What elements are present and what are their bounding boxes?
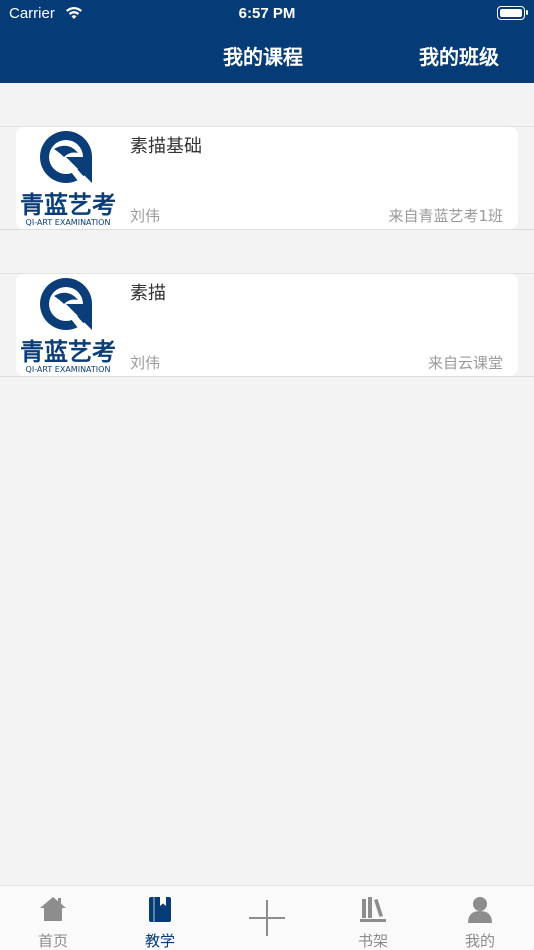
course-teacher: 刘伟 — [130, 354, 161, 372]
book-icon — [149, 897, 171, 922]
battery-icon — [497, 6, 528, 20]
tab-teaching[interactable]: 教学 — [120, 886, 200, 950]
logo-text: 青蓝艺考 — [20, 338, 116, 366]
bottom-tab-bar: 首页 教学 书架 我的 — [0, 885, 534, 950]
user-icon — [468, 897, 492, 923]
course-title: 素描基础 — [130, 136, 202, 157]
course-teacher: 刘伟 — [130, 207, 161, 225]
header: Carrier 6:57 PM 我的课程 我的班级 — [0, 0, 534, 83]
home-icon — [40, 897, 66, 921]
tab-my-classes[interactable]: 我的班级 — [419, 41, 499, 70]
tab-label: 教学 — [144, 932, 175, 950]
bookshelf-icon — [360, 897, 386, 922]
course-source: 来自青蓝艺考1班 — [388, 207, 503, 225]
divider — [0, 229, 534, 230]
tab-add[interactable] — [227, 886, 307, 950]
course-title: 素描 — [130, 283, 166, 304]
tab-label: 我的 — [464, 932, 495, 950]
course-card[interactable]: 青蓝艺考 QI-ART EXAMINATION 素描基础 刘伟 来自青蓝艺考1班 — [16, 127, 518, 229]
plus-icon — [249, 900, 285, 936]
course-card[interactable]: 青蓝艺考 QI-ART EXAMINATION 素描 刘伟 来自云课堂 — [16, 274, 518, 376]
qingLan-logo-icon: 青蓝艺考 QI-ART EXAMINATION — [20, 278, 116, 374]
clock: 6:57 PM — [238, 5, 296, 22]
tab-label: 书架 — [357, 932, 388, 950]
divider — [0, 376, 534, 377]
course-source: 来自云课堂 — [427, 354, 503, 372]
logo-subtext: QI-ART EXAMINATION — [26, 218, 111, 227]
qingLan-logo-icon: 青蓝艺考 QI-ART EXAMINATION — [20, 131, 116, 227]
tab-profile[interactable]: 我的 — [440, 886, 520, 950]
tab-home[interactable]: 首页 — [13, 886, 93, 950]
tab-my-courses[interactable]: 我的课程 — [223, 41, 303, 70]
logo-subtext: QI-ART EXAMINATION — [26, 365, 111, 374]
tab-label: 首页 — [37, 932, 68, 950]
status-bar: Carrier 6:57 PM — [0, 0, 534, 28]
logo-text: 青蓝艺考 — [20, 191, 116, 219]
tab-bookshelf[interactable]: 书架 — [333, 886, 413, 950]
